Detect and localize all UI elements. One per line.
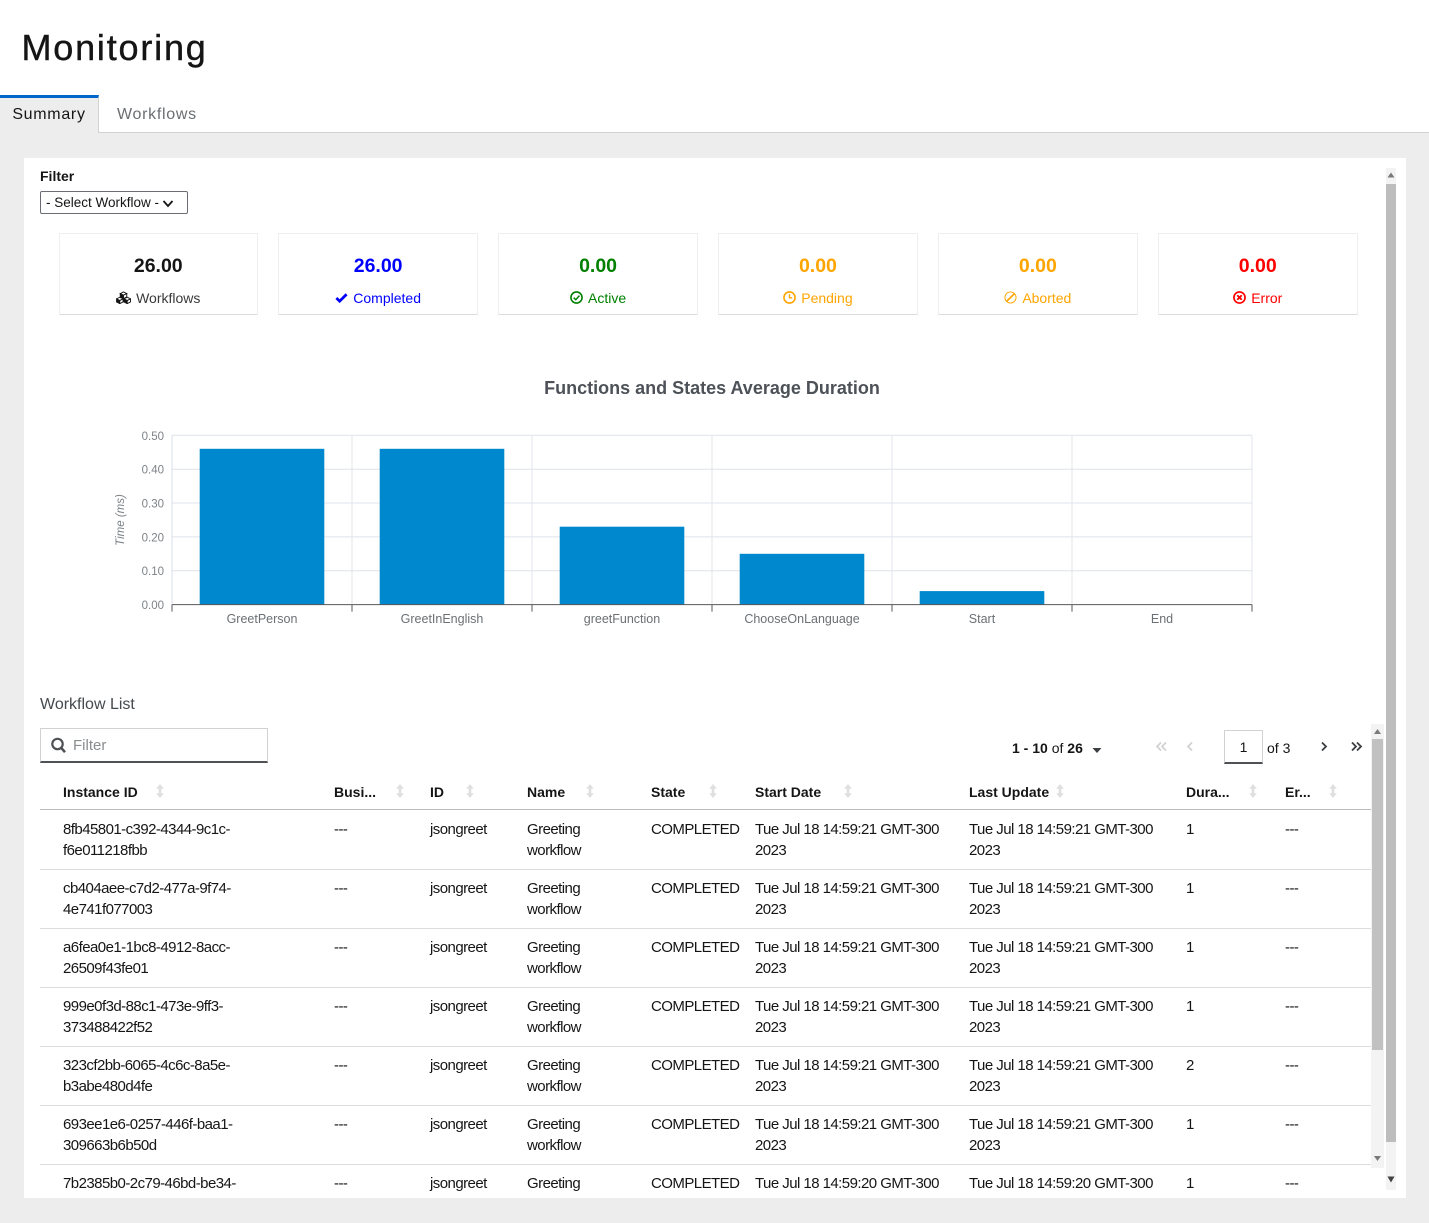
svg-text:Time (ms): Time (ms) (115, 494, 127, 546)
svg-text:GreetPerson: GreetPerson (227, 612, 298, 626)
svg-text:ChooseOnLanguage: ChooseOnLanguage (744, 612, 859, 626)
svg-text:greetFunction: greetFunction (584, 612, 660, 626)
svg-text:0.30: 0.30 (142, 499, 164, 511)
svg-text:0.50: 0.50 (142, 431, 164, 443)
svg-text:0.20: 0.20 (142, 532, 164, 544)
svg-text:GreetInEnglish: GreetInEnglish (401, 612, 484, 626)
svg-text:0.00: 0.00 (142, 600, 164, 612)
svg-text:0.40: 0.40 (142, 465, 164, 477)
svg-text:Start: Start (969, 612, 996, 626)
svg-text:End: End (1151, 612, 1173, 626)
svg-text:0.10: 0.10 (142, 566, 164, 578)
